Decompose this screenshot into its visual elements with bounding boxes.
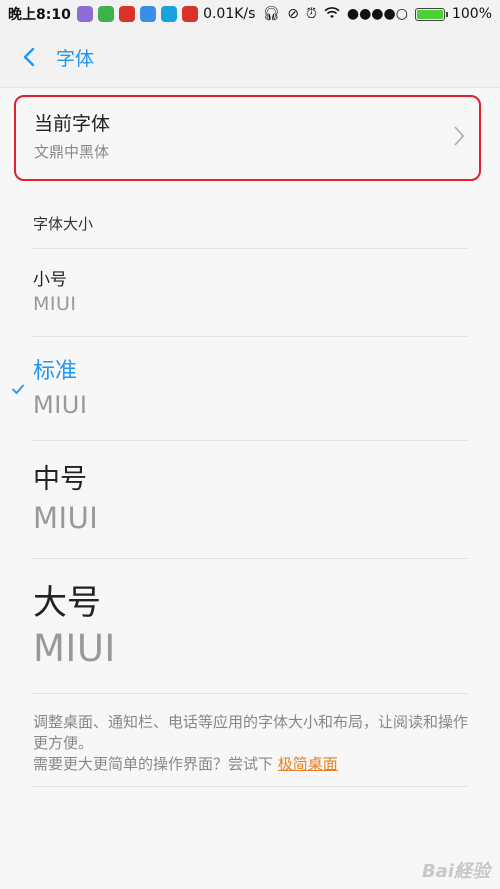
option-label: 中号 [33,464,87,495]
footer-line-2: 需要更大更简单的操作界面？尝试下 极简桌面 [33,754,473,775]
mute-icon: ⊘ [287,6,299,22]
option-sample: MIUI [33,501,99,535]
status-time: 晚上8:10 [8,7,71,23]
app-header: 字体 [0,28,500,88]
footer-line-2-text: 需要更大更简单的操作界面？尝试下 [33,755,278,773]
current-font-title: 当前字体 [34,113,111,135]
current-font-item[interactable]: 当前字体 文鼎中黑体 [14,95,481,181]
notification-app-icon [160,6,177,22]
font-size-option-small[interactable]: 小号 MIUI [0,249,500,336]
font-size-section-label: 字体大小 [33,215,94,233]
option-label: 小号 [33,270,67,290]
font-size-option-standard[interactable]: 标准 MIUI [0,337,500,440]
page-title: 字体 [56,48,95,70]
battery-fill [416,9,443,19]
check-icon [11,384,25,395]
option-sample: MIUI [33,627,116,670]
option-label: 大号 [33,583,101,623]
notification-icons [76,6,198,22]
notification-app-icon [139,6,156,22]
chevron-right-icon [454,126,465,146]
alarm-icon: ⏰︎ [305,6,317,22]
footer-line-1: 调整桌面、通知栏、电话等应用的字体大小和布局，让阅读和操作更方便。 [33,713,469,752]
option-label: 标准 [33,359,78,384]
notification-app-icon [97,6,114,22]
status-bar: 晚上8:10 0.01K/s 🎧︎ ⊘ ⏰︎ ●●●●○ 100% [0,0,500,28]
battery-icon [414,7,448,21]
divider [33,693,468,694]
watermark: Bai経验 [421,861,490,882]
signal-icon: ●●●●○ [346,6,408,22]
headphones-icon: 🎧︎ [262,6,281,22]
notification-app-icon [181,6,198,22]
current-font-value: 文鼎中黑体 [34,143,110,161]
wifi-icon [324,6,340,22]
font-size-option-large[interactable]: 大号 MIUI [0,559,500,693]
notification-app-icon [76,6,93,22]
divider [33,786,468,787]
notification-app-icon [118,6,135,22]
back-arrow-icon[interactable] [20,46,38,68]
option-sample: MIUI [33,391,88,419]
font-size-option-medium[interactable]: 中号 MIUI [0,441,500,558]
battery-text: 100% [451,6,492,22]
minimal-desktop-link[interactable]: 极简桌面 [278,755,338,773]
option-sample: MIUI [33,293,77,315]
footer-description: 调整桌面、通知栏、电话等应用的字体大小和布局，让阅读和操作更方便。 需要更大更简… [33,712,473,775]
network-speed: 0.01K/s [203,6,256,22]
